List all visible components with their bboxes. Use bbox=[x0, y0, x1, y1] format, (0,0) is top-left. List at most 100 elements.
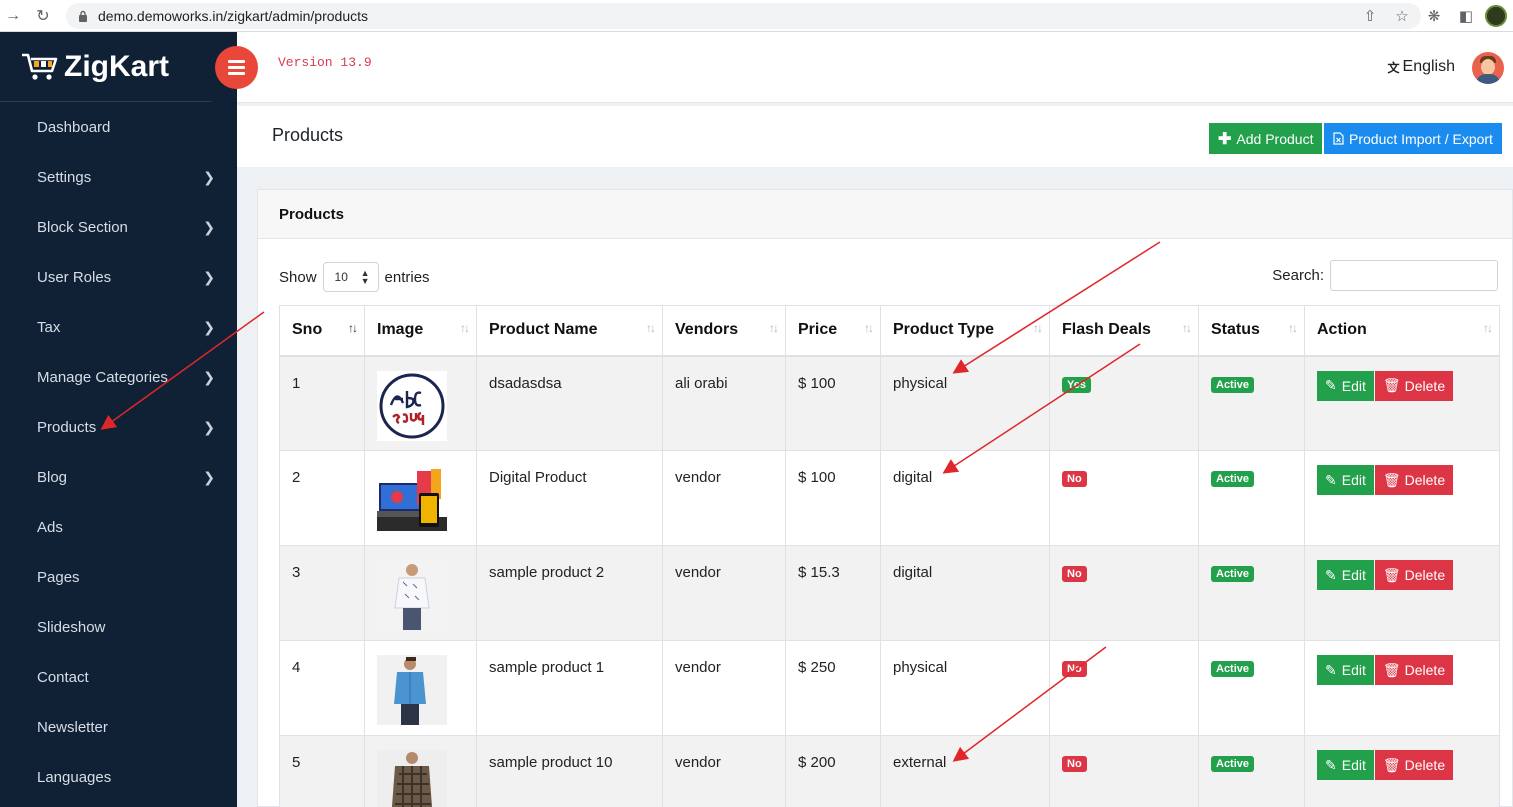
status-badge[interactable]: Active bbox=[1211, 756, 1255, 772]
cell-sno: 2 bbox=[279, 450, 365, 546]
browser-profile-icon[interactable] bbox=[1485, 5, 1507, 27]
product-import-export-button[interactable]: Product Import / Export bbox=[1324, 123, 1502, 154]
column-header-flash-deals[interactable]: Flash Deals ↑↓ bbox=[1049, 305, 1199, 357]
delete-button[interactable]: 🗑 Delete bbox=[1374, 750, 1454, 780]
file-excel-icon bbox=[1333, 132, 1344, 145]
delete-button[interactable]: 🗑 Delete bbox=[1374, 655, 1454, 685]
edit-button[interactable]: ✎ Edit bbox=[1317, 655, 1374, 685]
cell-action: ✎ Edit 🗑 Delete bbox=[1304, 735, 1500, 807]
trash-icon: 🗑 bbox=[1382, 471, 1401, 488]
edit-button[interactable]: ✎ Edit bbox=[1317, 370, 1374, 401]
column-header-product-type[interactable]: Product Type ↑↓ bbox=[880, 305, 1050, 357]
delete-button[interactable]: 🗑 Delete bbox=[1374, 560, 1454, 590]
add-product-button[interactable]: ✚ Add Product bbox=[1209, 123, 1323, 154]
flash-deal-badge[interactable]: No bbox=[1062, 756, 1087, 772]
edit-icon: ✎ bbox=[1325, 756, 1337, 773]
edit-button[interactable]: ✎ Edit bbox=[1317, 465, 1374, 495]
status-badge[interactable]: Active bbox=[1211, 376, 1255, 393]
product-thumbnail[interactable] bbox=[377, 750, 447, 807]
forward-icon[interactable]: → bbox=[0, 3, 26, 29]
sort-icon: ↑↓ bbox=[1033, 321, 1043, 335]
status-badge[interactable]: Active bbox=[1211, 661, 1255, 677]
column-header-sno[interactable]: Sno ↑↓ bbox=[279, 305, 365, 357]
status-badge[interactable]: Active bbox=[1211, 566, 1255, 582]
sidebar-item-user-roles[interactable]: User Roles ❯ bbox=[0, 252, 237, 302]
reload-icon[interactable]: ↻ bbox=[30, 3, 56, 29]
product-thumbnail[interactable] bbox=[377, 655, 447, 725]
sidebar-item-products[interactable]: Products ❯ bbox=[0, 402, 237, 452]
brand-logo[interactable]: ZigKart bbox=[0, 32, 212, 102]
product-thumbnail[interactable] bbox=[377, 465, 447, 535]
entries-select[interactable]: 10 ▲ ▼ bbox=[322, 262, 379, 292]
cell-product-type: external bbox=[880, 735, 1050, 807]
delete-button[interactable]: 🗑 Delete bbox=[1374, 465, 1454, 495]
language-selector[interactable]: 文 English bbox=[1388, 58, 1456, 76]
sidebar-item-label: Settings bbox=[37, 168, 92, 186]
cell-price: $ 200 bbox=[785, 735, 881, 807]
sidebar-item-newsletter[interactable]: Newsletter bbox=[0, 702, 237, 752]
cell-status: Active bbox=[1198, 355, 1305, 451]
sidebar-item-languages[interactable]: Languages bbox=[0, 752, 237, 802]
url-text: demo.demoworks.in/zigkart/admin/products bbox=[98, 8, 369, 24]
sort-icon: ↑↓ bbox=[864, 321, 874, 335]
column-header-product-name[interactable]: Product Name ↑↓ bbox=[476, 305, 663, 357]
page-header: Products ✚ Add Product Product Import / … bbox=[237, 106, 1513, 167]
cell-product-type: physical bbox=[880, 640, 1050, 736]
sidebar-item-block-section[interactable]: Block Section ❯ bbox=[0, 202, 237, 252]
cell-vendor: vendor bbox=[662, 450, 786, 546]
cell-sno: 1 bbox=[279, 355, 365, 451]
extensions-icon[interactable]: ❋ bbox=[1421, 3, 1447, 29]
product-thumbnail[interactable] bbox=[377, 560, 447, 630]
cell-product-type: digital bbox=[880, 545, 1050, 641]
sidebar-item-pages[interactable]: Pages bbox=[0, 552, 237, 602]
flash-deal-badge[interactable]: No bbox=[1062, 566, 1087, 582]
share-icon[interactable]: ⇧ bbox=[1357, 3, 1383, 29]
blue-shirt-model-image bbox=[377, 655, 447, 725]
edit-button[interactable]: ✎ Edit bbox=[1317, 560, 1374, 590]
translate-icon: 文 bbox=[1387, 60, 1400, 75]
column-header-image[interactable]: Image ↑↓ bbox=[364, 305, 477, 357]
sidebar-item-label: User Roles bbox=[37, 268, 112, 286]
sidebar-item-tax[interactable]: Tax ❯ bbox=[0, 302, 237, 352]
sidebar-item-contact[interactable]: Contact bbox=[0, 652, 237, 702]
edit-label: Edit bbox=[1341, 472, 1366, 488]
search-input[interactable] bbox=[1330, 260, 1498, 291]
plus-icon: ✚ bbox=[1218, 130, 1232, 148]
product-thumbnail[interactable] bbox=[377, 370, 447, 441]
cell-flash-deals: No bbox=[1049, 450, 1199, 546]
address-bar[interactable]: demo.demoworks.in/zigkart/admin/products bbox=[66, 3, 1421, 29]
cell-price: $ 100 bbox=[785, 450, 881, 546]
sidebar-item-blog[interactable]: Blog ❯ bbox=[0, 452, 237, 502]
column-header-action[interactable]: Action ↑↓ bbox=[1304, 305, 1500, 357]
cell-action: ✎ Edit 🗑 Delete bbox=[1304, 450, 1500, 546]
header-label: Action bbox=[1317, 321, 1367, 339]
column-header-price[interactable]: Price ↑↓ bbox=[785, 305, 881, 357]
delete-button[interactable]: 🗑 Delete bbox=[1374, 370, 1454, 401]
trash-icon: 🗑 bbox=[1382, 566, 1401, 583]
column-header-vendors[interactable]: Vendors ↑↓ bbox=[662, 305, 786, 357]
cell-price: $ 15.3 bbox=[785, 545, 881, 641]
edit-button[interactable]: ✎ Edit bbox=[1317, 750, 1374, 780]
header-label: Product Name bbox=[489, 321, 598, 339]
sidebar-item-label: Contact bbox=[37, 668, 89, 686]
entries-label: entries bbox=[384, 268, 430, 286]
sidebar-item-settings[interactable]: Settings ❯ bbox=[0, 152, 237, 202]
cell-product-type: physical bbox=[880, 355, 1050, 451]
entries-length-control: Show 10 ▲ ▼ entries bbox=[279, 262, 430, 292]
column-header-status[interactable]: Status ↑↓ bbox=[1198, 305, 1305, 357]
flash-deal-badge[interactable]: No bbox=[1062, 661, 1087, 677]
plaid-shirt-model-image bbox=[377, 750, 447, 807]
user-avatar[interactable] bbox=[1472, 52, 1504, 84]
sidebar-item-dashboard[interactable]: Dashboard bbox=[0, 102, 237, 152]
sidebar-item-slideshow[interactable]: Slideshow bbox=[0, 602, 237, 652]
sidepanel-icon[interactable]: ◧ bbox=[1453, 3, 1479, 29]
menu-toggle-button[interactable] bbox=[215, 46, 258, 89]
flash-deal-badge[interactable]: No bbox=[1062, 471, 1087, 487]
browser-toolbar: → ↻ demo.demoworks.in/zigkart/admin/prod… bbox=[0, 0, 1513, 32]
flash-deal-badge[interactable]: Yes bbox=[1062, 376, 1091, 393]
sidebar-item-manage-categories[interactable]: Manage Categories ❯ bbox=[0, 352, 237, 402]
star-icon[interactable]: ☆ bbox=[1389, 3, 1415, 29]
chevron-right-icon: ❯ bbox=[203, 218, 215, 235]
sidebar-item-ads[interactable]: Ads bbox=[0, 502, 237, 552]
status-badge[interactable]: Active bbox=[1211, 471, 1255, 487]
